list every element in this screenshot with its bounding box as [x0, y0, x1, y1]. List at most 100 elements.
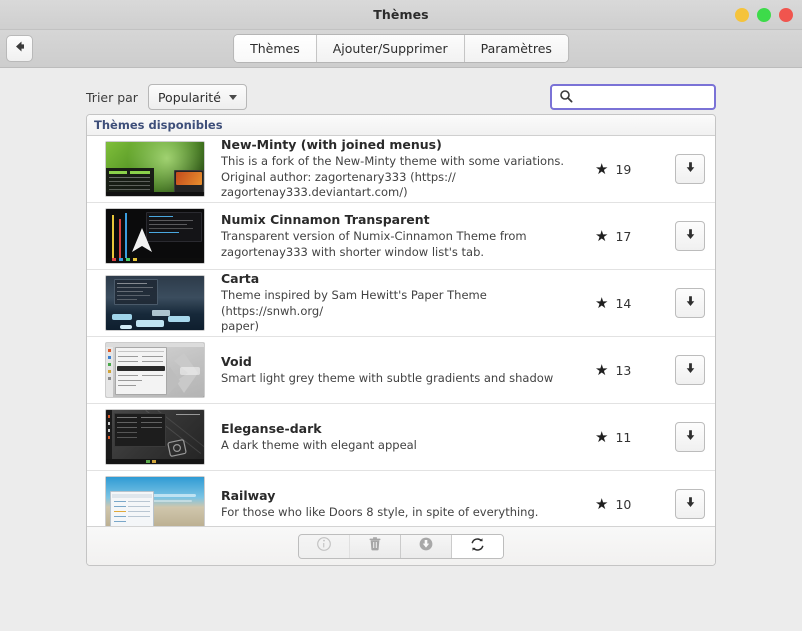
star-icon: ★	[595, 360, 609, 379]
download-arrow-icon	[683, 294, 698, 313]
table-row[interactable]: Numix Cinnamon Transparent Transparent v…	[87, 203, 715, 270]
theme-meta: Void Smart light grey theme with subtle …	[205, 354, 595, 387]
theme-score-value: 10	[615, 496, 632, 512]
theme-title: Void	[221, 353, 252, 369]
titlebar: Thèmes	[0, 0, 802, 30]
table-row[interactable]: New-Minty (with joined menus) This is a …	[87, 136, 715, 203]
back-button[interactable]	[6, 35, 33, 62]
refresh-icon	[469, 536, 486, 557]
download-all-button[interactable]	[401, 534, 452, 558]
tab-themes-label: Thèmes	[250, 41, 300, 56]
theme-score-value: 19	[615, 161, 632, 177]
refresh-button[interactable]	[452, 534, 503, 558]
table-row[interactable]: Railway For those who like Doors 8 style…	[87, 471, 715, 526]
tab-settings[interactable]: Paramètres	[464, 35, 568, 62]
theme-manager-window: Thèmes Thèmes Ajouter/Supprimer Paramètr…	[0, 0, 802, 631]
theme-title: Carta	[221, 271, 260, 287]
theme-title: Eleganse-dark	[221, 420, 322, 436]
download-button[interactable]	[675, 422, 705, 452]
table-row[interactable]: Void Smart light grey theme with subtle …	[87, 337, 715, 404]
search-box[interactable]	[550, 84, 741, 110]
download-button[interactable]	[675, 489, 705, 519]
panel-footer	[87, 526, 715, 565]
theme-description: For those who like Doors 8 style, in spi…	[221, 504, 539, 519]
info-button[interactable]	[299, 534, 350, 558]
theme-score: ★ 13	[595, 360, 671, 379]
theme-thumbnail	[105, 476, 205, 526]
theme-meta: Carta Theme inspired by Sam Hewitt's Pap…	[205, 271, 595, 335]
theme-score-value: 14	[615, 295, 632, 311]
theme-score-value: 17	[615, 228, 632, 244]
sort-by-label: Trier par	[86, 89, 138, 105]
search-input[interactable]	[585, 89, 741, 105]
download-button[interactable]	[675, 221, 705, 251]
theme-score-value: 11	[615, 429, 632, 445]
theme-score: ★ 11	[595, 427, 671, 446]
info-icon	[316, 536, 332, 556]
download-button[interactable]	[675, 288, 705, 318]
toolbar: Trier par Popularité	[86, 68, 741, 114]
star-icon: ★	[595, 226, 609, 245]
download-arrow-icon	[683, 428, 698, 447]
star-icon: ★	[595, 293, 609, 312]
theme-score: ★ 10	[595, 494, 671, 513]
download-arrow-icon	[683, 361, 698, 380]
download-circle-icon	[418, 536, 434, 556]
star-icon: ★	[595, 159, 609, 178]
action-bar	[298, 533, 504, 559]
sort-by-value: Popularité	[157, 89, 221, 105]
delete-button[interactable]	[350, 534, 401, 558]
header-bar: Thèmes Ajouter/Supprimer Paramètres	[0, 30, 802, 68]
theme-description: Transparent version of Numix-Cinnamon Th…	[221, 228, 527, 259]
theme-meta: Railway For those who like Doors 8 style…	[205, 488, 595, 521]
download-arrow-icon	[683, 160, 698, 179]
theme-thumbnail	[105, 409, 205, 465]
minimize-button[interactable]	[735, 8, 749, 22]
table-row[interactable]: Carta Theme inspired by Sam Hewitt's Pap…	[87, 270, 715, 337]
theme-description: Theme inspired by Sam Hewitt's Paper The…	[221, 288, 487, 334]
theme-meta: Numix Cinnamon Transparent Transparent v…	[205, 212, 595, 260]
trash-icon	[367, 536, 383, 556]
theme-score-value: 13	[615, 362, 632, 378]
tab-bar: Thèmes Ajouter/Supprimer Paramètres	[233, 34, 569, 63]
theme-title: New-Minty (with joined menus)	[221, 137, 442, 153]
arrow-left-icon	[12, 39, 27, 58]
theme-title: Numix Cinnamon Transparent	[221, 211, 430, 227]
theme-description: Smart light grey theme with subtle gradi…	[221, 370, 554, 385]
panel-header: Thèmes disponibles	[87, 115, 715, 136]
tab-settings-label: Paramètres	[480, 41, 552, 56]
window-controls	[735, 0, 793, 30]
panel-header-label: Thèmes disponibles	[94, 118, 223, 132]
theme-description: This is a fork of the New-Minty theme wi…	[221, 154, 565, 200]
chevron-down-icon	[228, 94, 237, 100]
tab-add-remove-label: Ajouter/Supprimer	[332, 41, 448, 56]
maximize-button[interactable]	[757, 8, 771, 22]
download-arrow-icon	[683, 495, 698, 514]
star-icon: ★	[595, 427, 609, 446]
theme-thumbnail	[105, 275, 205, 331]
sort-by-dropdown[interactable]: Popularité	[147, 84, 247, 110]
theme-meta: Eleganse-dark A dark theme with elegant …	[205, 421, 595, 454]
theme-score: ★ 19	[595, 159, 671, 178]
close-button[interactable]	[779, 8, 793, 22]
theme-meta: New-Minty (with joined menus) This is a …	[205, 137, 595, 201]
theme-description: A dark theme with elegant appeal	[221, 437, 417, 452]
download-button[interactable]	[675, 355, 705, 385]
theme-thumbnail	[105, 208, 205, 264]
content-area: Trier par Popularité Thèmes disponibles	[0, 68, 802, 631]
tab-themes[interactable]: Thèmes	[234, 35, 317, 62]
theme-thumbnail	[105, 141, 205, 197]
tab-add-remove[interactable]: Ajouter/Supprimer	[316, 35, 465, 62]
window-title: Thèmes	[373, 7, 429, 22]
themes-panel: Thèmes disponibles New-Minty (with joine…	[86, 114, 716, 566]
theme-title: Railway	[221, 487, 276, 503]
themes-list[interactable]: New-Minty (with joined menus) This is a …	[87, 136, 715, 526]
download-arrow-icon	[683, 227, 698, 246]
download-button[interactable]	[675, 154, 705, 184]
theme-thumbnail	[105, 342, 205, 398]
theme-score: ★ 14	[595, 293, 671, 312]
search-icon	[559, 88, 573, 107]
table-row[interactable]: Eleganse-dark A dark theme with elegant …	[87, 404, 715, 471]
theme-score: ★ 17	[595, 226, 671, 245]
star-icon: ★	[595, 494, 609, 513]
